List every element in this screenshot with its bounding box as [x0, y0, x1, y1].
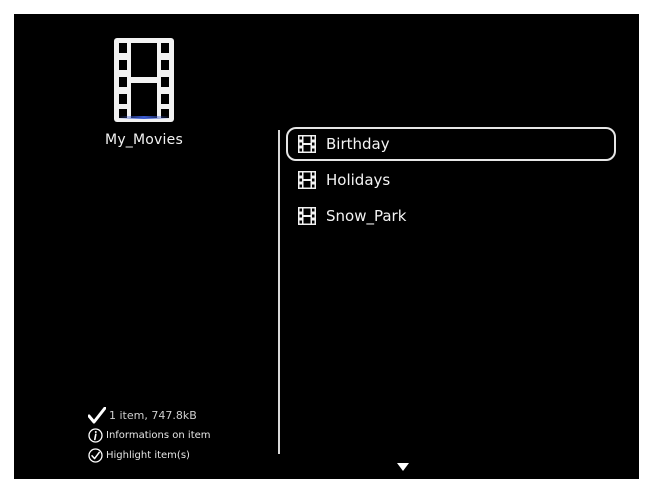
film-strip-icon [298, 207, 316, 225]
file-item-label: Birthday [326, 135, 390, 153]
highlight-hint-row: Highlight item(s) [88, 447, 211, 464]
info-icon [88, 428, 103, 443]
status-panel: 1 item, 747.8kB Informations on item Hig… [88, 407, 211, 467]
file-item-birthday[interactable]: Birthday [286, 127, 616, 161]
item-count-size: 1 item, 747.8kB [109, 409, 197, 422]
folder-title: My_Movies [105, 132, 183, 148]
file-item-label: Holidays [326, 171, 391, 189]
highlight-hint-label: Highlight item(s) [106, 450, 190, 461]
film-strip-icon [298, 171, 316, 189]
file-list: Birthday Holidays Snow_Park [286, 127, 616, 235]
file-item-label: Snow_Park [326, 207, 407, 225]
info-hint-row: Informations on item [88, 427, 211, 444]
down-arrow-icon [397, 463, 409, 471]
panel-divider [278, 130, 280, 454]
file-item-holidays[interactable]: Holidays [286, 163, 616, 197]
file-item-snow-park[interactable]: Snow_Park [286, 199, 616, 233]
folder-focus-indicator [118, 116, 170, 119]
checkmark-icon [88, 407, 106, 424]
info-hint-label: Informations on item [106, 430, 211, 441]
film-strip-icon [298, 135, 316, 153]
media-browser-screen: My_Movies Birthday Holidays Snow_Park 1 … [14, 14, 639, 479]
checkmark-circle-icon [88, 448, 103, 463]
film-strip-icon [114, 38, 174, 122]
item-info-row: 1 item, 747.8kB [88, 407, 211, 424]
